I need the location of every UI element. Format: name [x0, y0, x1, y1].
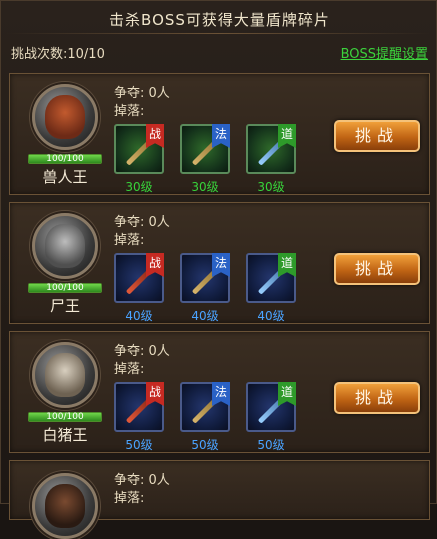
boss-row: 100/100 尸王 争夺: 0人 掉落: 战 法 道 40级 40级 40级 … [9, 202, 430, 324]
boss-name: 白猪王 [42, 426, 88, 444]
challenge-button[interactable]: 挑战 [334, 253, 420, 285]
mage-flag: 法 [212, 253, 230, 277]
challenge-count: 挑战次数:10/10 [11, 47, 105, 62]
drop-item-taoist[interactable]: 道 [246, 253, 296, 303]
contest-count: 争夺: 0人 [114, 86, 170, 101]
white-boar-king-portrait [32, 342, 98, 408]
orc-king-portrait [32, 84, 98, 150]
boss-face-icon [45, 353, 85, 397]
warrior-flag: 战 [146, 124, 164, 148]
taoist-flag: 道 [278, 253, 296, 277]
boss-face-icon [45, 224, 85, 268]
boss-portrait [32, 473, 98, 539]
drop-level: 40级 [257, 309, 285, 323]
drop-item-taoist[interactable]: 道 [246, 124, 296, 174]
drop-level: 30级 [191, 180, 219, 194]
drop-item-mage[interactable]: 法 [180, 382, 230, 432]
drop-label: 掉落: [114, 104, 145, 119]
warrior-flag: 战 [146, 382, 164, 406]
drop-level: 50级 [257, 438, 285, 452]
mage-flag: 法 [212, 124, 230, 148]
panel-title: 击杀BOSS可获得大量盾牌碎片 [109, 11, 330, 29]
drop-item-taoist[interactable]: 道 [246, 382, 296, 432]
contest-count: 争夺: 0人 [114, 344, 170, 359]
drop-item-mage[interactable]: 法 [180, 124, 230, 174]
hp-text: 100/100 [46, 412, 84, 422]
contest-count: 争夺: 0人 [114, 215, 170, 230]
boss-panel: 击杀BOSS可获得大量盾牌碎片 挑战次数:10/10 BOSS提醒设置 100/… [0, 0, 437, 539]
taoist-flag: 道 [278, 382, 296, 406]
drop-label: 掉落: [114, 362, 145, 377]
boss-row: 100/100 白猪王 争夺: 0人 掉落: 战 法 道 50级 50级 50级… [9, 331, 430, 453]
mage-flag: 法 [212, 382, 230, 406]
boss-remind-settings-link[interactable]: BOSS提醒设置 [341, 43, 428, 62]
boss-row: 100/100 兽人王 争夺: 0人 掉落: 战 法 道 30级 30级 30级… [9, 73, 430, 195]
challenge-button[interactable]: 挑战 [334, 382, 420, 414]
hp-text: 100/100 [46, 154, 84, 164]
contest-count: 争夺: 0人 [114, 473, 170, 488]
drop-item-warrior[interactable]: 战 [114, 382, 164, 432]
taoist-flag: 道 [278, 124, 296, 148]
boss-face-icon [45, 484, 85, 528]
boss-row: 争夺: 0人 掉落: [9, 460, 430, 539]
corpse-king-portrait [32, 213, 98, 279]
warrior-flag: 战 [146, 253, 164, 277]
drop-level: 40级 [191, 309, 219, 323]
drop-level: 40级 [125, 309, 153, 323]
challenge-button[interactable]: 挑战 [334, 120, 420, 152]
drop-item-warrior[interactable]: 战 [114, 253, 164, 303]
hp-bar: 100/100 [28, 412, 102, 422]
hp-text: 100/100 [46, 283, 84, 293]
drop-label: 掉落: [114, 491, 145, 506]
drop-level: 30级 [257, 180, 285, 194]
boss-name: 兽人王 [42, 168, 88, 186]
boss-name: 尸王 [49, 297, 80, 315]
drop-level: 50级 [191, 438, 219, 452]
title-divider [7, 33, 430, 34]
drop-item-mage[interactable]: 法 [180, 253, 230, 303]
drop-item-warrior[interactable]: 战 [114, 124, 164, 174]
drop-level: 30级 [125, 180, 153, 194]
hp-bar: 100/100 [28, 154, 102, 164]
drop-label: 掉落: [114, 233, 145, 248]
hp-bar: 100/100 [28, 283, 102, 293]
boss-face-icon [45, 95, 85, 139]
drop-level: 50级 [125, 438, 153, 452]
